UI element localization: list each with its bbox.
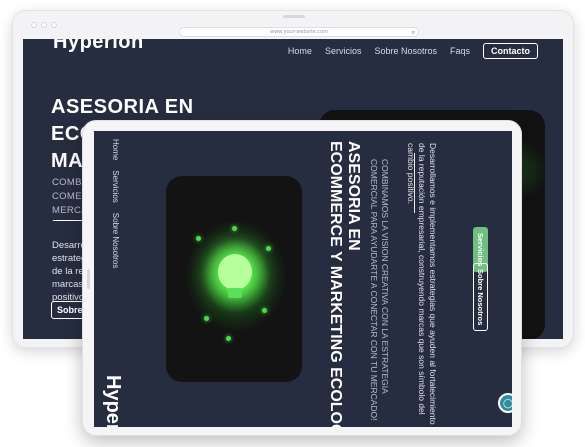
camera-bar [87, 269, 90, 289]
sobre-nosotros-button[interactable]: Sobre Nosotros [473, 263, 488, 332]
lightbulb-icon [218, 254, 252, 290]
rotated-tablet: Hyperion Home Servicios Sobre Nosotros A… [82, 120, 522, 436]
eco-spark-icon [262, 308, 267, 313]
window-dot-icon[interactable] [41, 22, 47, 28]
eco-spark-icon [196, 236, 201, 241]
rotated-site-screen: Hyperion Home Servicios Sobre Nosotros A… [94, 131, 512, 427]
hero-tagline: COMBINAMOS LA VISION CREATIVA CON LA EST… [369, 159, 390, 421]
address-bar[interactable]: www.your-website.com ⌕ [179, 27, 419, 37]
eco-spark-icon [204, 316, 209, 321]
nav-home[interactable]: Home [288, 46, 312, 56]
chat-bubble-icon[interactable]: ◯ [498, 393, 512, 413]
site-logo[interactable]: Hyperion [53, 39, 144, 54]
hero-paragraph: Desarrollamos e implementamos estrategia… [406, 143, 438, 425]
nav-faqs[interactable]: Faqs [450, 46, 470, 56]
lightbulb-base [228, 288, 242, 298]
window-dot-icon[interactable] [31, 22, 37, 28]
nav-sobre-nosotros[interactable]: Sobre Nosotros [111, 213, 120, 269]
window-dot-icon[interactable] [51, 22, 57, 28]
mockup-stage: www.your-website.com ⌕ Hyperion Home Ser… [0, 0, 585, 447]
search-icon[interactable]: ⌕ [412, 28, 415, 37]
window-controls [31, 22, 57, 28]
url-text: www.your-website.com [270, 29, 328, 35]
site-logo[interactable]: Hyperion [101, 375, 124, 427]
eco-spark-icon [266, 246, 271, 251]
site-nav: Home Servicios Sobre Nosotros [111, 139, 120, 268]
site-nav: Home Servicios Sobre Nosotros Faqs Conta… [288, 43, 538, 59]
nav-servicios[interactable]: Servicios [325, 46, 362, 56]
contacto-button[interactable]: Contacto [483, 43, 538, 59]
nav-sobre-nosotros[interactable]: Sobre Nosotros [374, 46, 437, 56]
nav-home[interactable]: Home [111, 139, 120, 160]
hero-heading: ASESORIA EN ECOMMERCE Y MARKETING ECOLOG… [327, 141, 362, 427]
nav-servicios[interactable]: Servicios [111, 170, 120, 202]
eco-spark-icon [232, 226, 237, 231]
lightbulb-image [166, 176, 302, 382]
eco-spark-icon [226, 336, 231, 341]
camera-bar [283, 15, 305, 18]
